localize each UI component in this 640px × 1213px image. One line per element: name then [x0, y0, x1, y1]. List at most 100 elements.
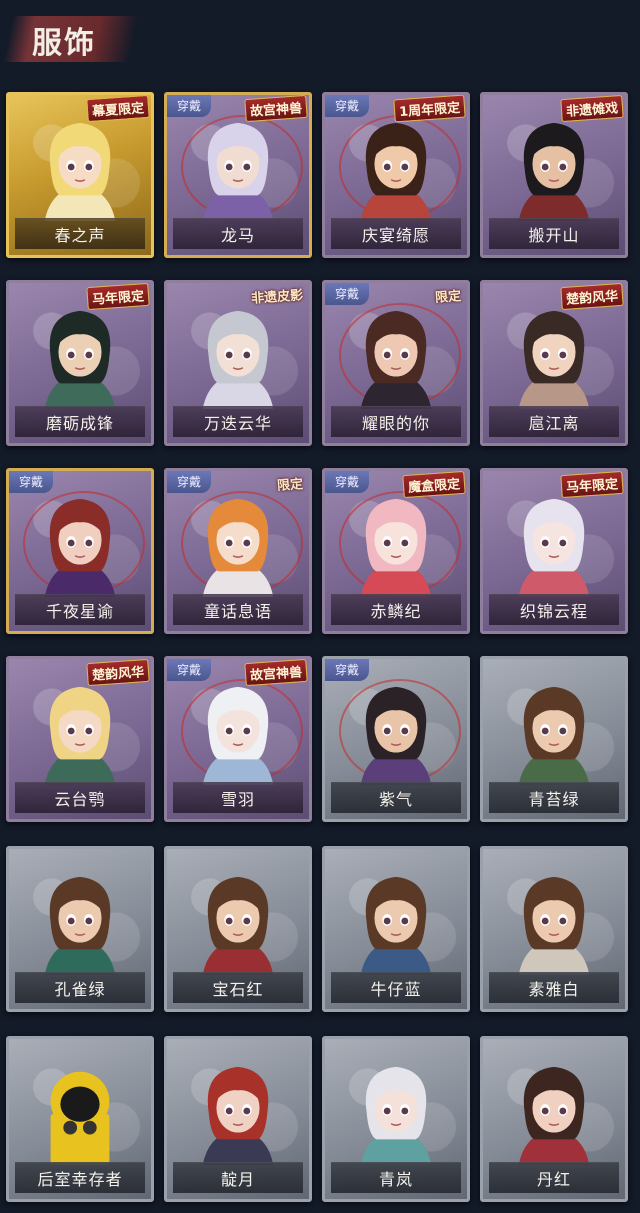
limited-tag: 故宫神兽: [244, 659, 308, 687]
worn-badge: 穿戴: [167, 471, 211, 493]
character-portrait: [189, 487, 287, 599]
character-portrait: [505, 111, 603, 223]
outfit-name: 磨砺成锋: [45, 414, 114, 433]
card-label-bar: 牛仔蓝: [331, 972, 461, 1003]
outfit-card[interactable]: 丹红: [480, 1036, 628, 1202]
limited-tag: 非遗皮影: [250, 288, 304, 307]
worn-badge: 穿戴: [325, 283, 369, 305]
character-portrait: [505, 1055, 603, 1167]
outfit-name: 青岚: [378, 1170, 413, 1189]
outfit-name: 云台鹗: [54, 790, 106, 809]
character-portrait: [189, 675, 287, 787]
character-portrait: [189, 299, 287, 411]
character-portrait: [505, 865, 603, 977]
worn-badge: 穿戴: [325, 659, 369, 681]
outfit-name: 牛仔蓝: [370, 980, 422, 999]
worn-badge: 穿戴: [325, 95, 369, 117]
outfit-name: 春之声: [54, 226, 106, 245]
outfit-card[interactable]: 穿戴 故宫神兽龙马: [164, 92, 312, 258]
outfit-card[interactable]: 非遗皮影万迭云华: [164, 280, 312, 446]
outfit-name: 童话息语: [203, 602, 272, 621]
outfit-card[interactable]: 楚韵风华云台鹗: [6, 656, 154, 822]
worn-badge: 穿戴: [167, 95, 211, 117]
outfit-name: 靛月: [220, 1170, 255, 1189]
character-portrait: [189, 1055, 287, 1167]
card-label-bar: 孔雀绿: [15, 972, 145, 1003]
outfit-card[interactable]: 穿戴 魔盒限定 赤鳞纪: [322, 468, 470, 634]
outfit-name: 素雅白: [528, 980, 580, 999]
worn-badge: 穿戴: [9, 471, 53, 493]
card-label-bar: 扈江离: [489, 406, 619, 437]
card-label-bar: 童话息语: [173, 594, 303, 625]
card-label-bar: 赤鳞纪: [331, 594, 461, 625]
outfit-card[interactable]: 后室幸存者: [6, 1036, 154, 1202]
character-portrait: [31, 111, 129, 223]
outfit-card[interactable]: 穿戴紫气: [322, 656, 470, 822]
character-portrait: [31, 865, 129, 977]
limited-tag: 故宫神兽: [244, 95, 308, 123]
outfit-card[interactable]: 马年限定磨砺成锋: [6, 280, 154, 446]
outfit-card[interactable]: 非遗傩戏搬开山: [480, 92, 628, 258]
character-portrait: [347, 1055, 445, 1167]
limited-tag: 楚韵风华: [560, 283, 624, 311]
outfit-name: 龙马: [220, 226, 255, 245]
character-portrait: [347, 299, 445, 411]
card-label-bar: 青苔绿: [489, 782, 619, 813]
outfit-card[interactable]: 穿戴 故宫神兽 雪羽: [164, 656, 312, 822]
outfit-name: 丹红: [536, 1170, 571, 1189]
limited-tag: 楚韵风华: [86, 659, 150, 687]
outfit-card[interactable]: 马年限定织锦云程: [480, 468, 628, 634]
limited-tag: 马年限定: [86, 283, 150, 311]
outfit-name: 庆宴绮愿: [361, 226, 430, 245]
outfit-card[interactable]: 穿戴 限定童话息语: [164, 468, 312, 634]
outfit-name: 搬开山: [528, 226, 580, 245]
limited-tag: 1周年限定: [393, 95, 466, 123]
character-portrait: [505, 487, 603, 599]
card-label-bar: 素雅白: [489, 972, 619, 1003]
outfit-name: 扈江离: [528, 414, 580, 433]
outfit-card[interactable]: 孔雀绿: [6, 846, 154, 1012]
outfit-grid: 幕夏限定 春之声 穿戴 故宫神兽 龙马 穿戴 1周年限定 庆宴绮愿 非遗傩戏 搬…: [0, 0, 640, 1213]
outfit-card[interactable]: 素雅白: [480, 846, 628, 1012]
worn-badge: 穿戴: [325, 471, 369, 493]
card-label-bar: 青岚: [331, 1162, 461, 1193]
character-portrait: [31, 1055, 129, 1167]
outfit-card[interactable]: 青岚: [322, 1036, 470, 1202]
outfit-card[interactable]: 穿戴 1周年限定庆宴绮愿: [322, 92, 470, 258]
character-portrait: [347, 487, 445, 599]
limited-tag: 限定: [276, 477, 304, 494]
card-label-bar: 宝石红: [173, 972, 303, 1003]
outfit-name: 耀眼的你: [361, 414, 430, 433]
outfit-name: 万迭云华: [203, 414, 272, 433]
card-label-bar: 万迭云华: [173, 406, 303, 437]
limited-tag: 限定: [434, 289, 462, 306]
outfit-card[interactable]: 穿戴 千夜星谕: [6, 468, 154, 634]
outfit-card[interactable]: 幕夏限定 春之声: [6, 92, 154, 258]
card-label-bar: 春之声: [15, 218, 145, 249]
character-portrait: [347, 111, 445, 223]
character-portrait: [347, 865, 445, 977]
outfit-name: 紫气: [378, 790, 413, 809]
worn-badge: 穿戴: [167, 659, 211, 681]
limited-tag: 非遗傩戏: [560, 95, 624, 123]
outfit-card[interactable]: 靛月: [164, 1036, 312, 1202]
card-label-bar: 靛月: [173, 1162, 303, 1193]
outfit-name: 后室幸存者: [37, 1170, 123, 1189]
card-label-bar: 庆宴绮愿: [331, 218, 461, 249]
outfit-card[interactable]: 宝石红: [164, 846, 312, 1012]
card-label-bar: 耀眼的你: [331, 406, 461, 437]
limited-tag: 马年限定: [560, 471, 624, 499]
card-label-bar: 织锦云程: [489, 594, 619, 625]
character-portrait: [189, 865, 287, 977]
outfit-card[interactable]: 青苔绿: [480, 656, 628, 822]
outfit-card[interactable]: 穿戴 限定耀眼的你: [322, 280, 470, 446]
character-portrait: [31, 299, 129, 411]
outfit-card[interactable]: 牛仔蓝: [322, 846, 470, 1012]
outfit-name: 宝石红: [212, 980, 264, 999]
outfit-card[interactable]: 楚韵风华扈江离: [480, 280, 628, 446]
character-portrait: [189, 111, 287, 223]
character-portrait: [505, 299, 603, 411]
card-label-bar: 丹红: [489, 1162, 619, 1193]
outfit-name: 赤鳞纪: [370, 602, 422, 621]
card-label-bar: 紫气: [331, 782, 461, 813]
